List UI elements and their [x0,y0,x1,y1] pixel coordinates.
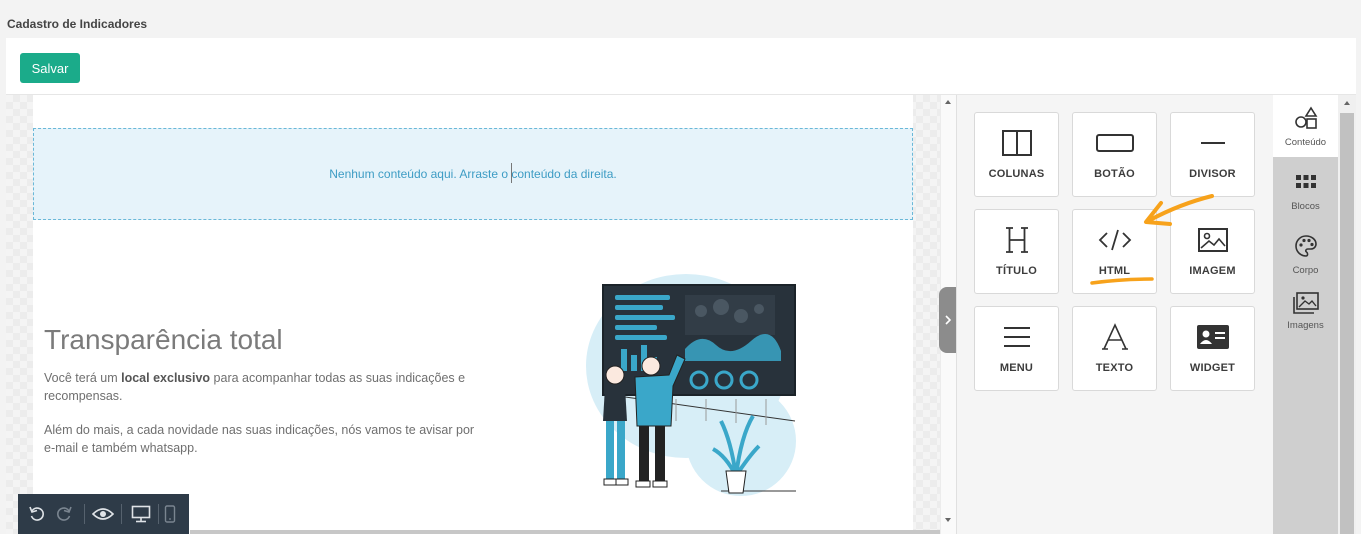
tool-imagem[interactable]: IMAGEM [1170,209,1255,294]
canvas-horizontal-scrollbar[interactable] [190,530,940,534]
dropzone-text: Nenhum conteúdo aqui. Arraste o conteúdo… [329,167,617,181]
grid-icon [1295,175,1316,188]
scroll-up-arrow-icon[interactable] [1344,101,1350,105]
desktop-icon[interactable] [130,502,152,526]
dashboard-illustration[interactable] [581,271,806,506]
tool-titulo[interactable]: TÍTULO [974,209,1059,294]
panel-collapse-handle[interactable] [939,287,956,353]
hero-paragraph-1[interactable]: Você terá um local exclusivo para acompa… [44,369,484,405]
tools-panel: COLUNAS BOTÃO DIVISOR TÍTULO HTML IMAGEM… [956,95,1273,534]
redo-icon[interactable] [53,502,75,526]
scroll-up-arrow-icon[interactable] [945,100,951,104]
tool-label: MENU [999,362,1034,374]
columns-icon [1001,130,1032,156]
menu-icon [1003,327,1030,347]
tool-menu[interactable]: MENU [974,306,1059,391]
editor-actions-bar [18,494,189,534]
tool-botao[interactable]: BOTÃO [1072,112,1157,197]
text-icon [1101,323,1128,350]
tab-conteudo[interactable]: Conteúdo [1273,95,1338,157]
hero-paragraph-2[interactable]: Além do mais, a cada novidade nas suas i… [44,421,484,457]
text-cursor [511,163,512,183]
hero-p1-before: Você terá um [44,371,122,385]
page-header: Cadastro de Indicadores [0,0,1361,38]
save-button[interactable]: Salvar [20,53,80,83]
tab-corpo[interactable]: Corpo [1273,223,1338,285]
heading-icon [1005,227,1028,253]
image-icon [1197,228,1228,252]
tool-label: IMAGEM [1189,265,1236,277]
tool-label: COLUNAS [988,168,1045,180]
chevron-right-icon [944,315,951,325]
shapes-icon [1294,106,1317,129]
separator [84,504,85,524]
eye-icon[interactable] [92,502,114,526]
hero-title[interactable]: Transparência total [44,324,283,356]
tab-label: Corpo [1292,265,1319,276]
scroll-thumb[interactable] [1340,113,1354,534]
tab-label: Imagens [1287,320,1324,331]
tool-widget[interactable]: WIDGET [1170,306,1255,391]
dropzone[interactable]: Nenhum conteúdo aqui. Arraste o conteúdo… [33,128,913,220]
tool-colunas[interactable]: COLUNAS [974,112,1059,197]
separator [121,504,122,524]
widget-icon [1196,325,1229,349]
tab-label: Conteúdo [1284,137,1327,148]
toolbar: Salvar [6,38,1356,95]
mobile-icon[interactable] [159,502,181,526]
tool-label: WIDGET [1189,362,1236,374]
tool-label: HTML [1098,265,1131,277]
scroll-down-arrow-icon[interactable] [945,518,951,522]
side-tabs: Conteúdo Blocos Corpo Imagens [1273,95,1338,534]
undo-icon[interactable] [26,502,48,526]
page-title: Cadastro de Indicadores [7,17,148,31]
tab-imagens[interactable]: Imagens [1273,287,1338,349]
tool-label: TÍTULO [996,265,1037,277]
hero-p1-bold: local exclusivo [121,371,211,385]
tool-label: BOTÃO [1094,168,1135,180]
editor-canvas: Nenhum conteúdo aqui. Arraste o conteúdo… [6,95,940,534]
tab-blocos[interactable]: Blocos [1273,159,1338,221]
tab-label: Blocos [1291,201,1320,212]
tool-html[interactable]: HTML [1072,209,1157,294]
button-icon [1095,134,1134,152]
tool-texto[interactable]: TEXTO [1072,306,1157,391]
palette-icon [1294,235,1317,257]
tool-divisor[interactable]: DIVISOR [1170,112,1255,197]
divider-icon [1200,142,1225,144]
tool-label: TEXTO [1095,362,1134,374]
code-icon [1098,229,1131,251]
images-icon [1292,292,1319,314]
panel-scrollbar[interactable] [1338,95,1356,534]
tool-label: DIVISOR [1189,168,1236,180]
